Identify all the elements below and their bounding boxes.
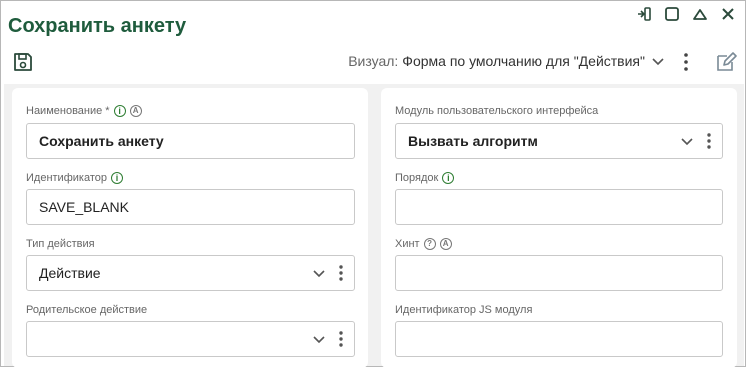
name-input[interactable]: Сохранить анкету bbox=[26, 123, 355, 159]
maximize-icon[interactable] bbox=[663, 5, 681, 23]
auto-icon[interactable]: A bbox=[129, 105, 142, 117]
info-icon[interactable]: i bbox=[442, 172, 455, 184]
parent-action-select[interactable] bbox=[26, 321, 355, 357]
hint-input[interactable] bbox=[395, 255, 723, 291]
action-type-select[interactable]: Действие bbox=[26, 255, 355, 291]
chevron-down-icon[interactable] bbox=[680, 134, 694, 148]
hint-field-label: Хинт ? A bbox=[395, 238, 452, 250]
chevron-down-icon[interactable] bbox=[312, 266, 326, 280]
help-icon[interactable]: ? bbox=[423, 238, 436, 250]
chevron-down-icon[interactable] bbox=[312, 332, 326, 346]
pin-icon[interactable] bbox=[635, 5, 653, 23]
parent-action-label: Родительское действие bbox=[26, 304, 148, 316]
form-panel-left: Наименование * i A Сохранить анкету Иден… bbox=[12, 88, 368, 367]
ui-module-label: Модуль пользовательского интерфейса bbox=[395, 105, 599, 117]
auto-icon[interactable]: A bbox=[439, 238, 452, 250]
close-icon[interactable] bbox=[719, 5, 737, 23]
visual-selector[interactable]: Визуал: Форма по умолчанию для "Действия… bbox=[348, 53, 665, 69]
visual-value: Форма по умолчанию для "Действия" bbox=[402, 53, 645, 69]
info-icon[interactable]: i bbox=[110, 172, 123, 184]
more-options-icon[interactable] bbox=[677, 52, 695, 72]
js-module-id-label: Идентификатор JS модуля bbox=[395, 304, 533, 316]
kebab-icon[interactable] bbox=[338, 330, 344, 348]
identifier-field-label: Идентификатор i bbox=[26, 172, 123, 184]
window-controls bbox=[635, 5, 737, 23]
collapse-icon[interactable] bbox=[691, 5, 709, 23]
visual-label: Визуал: bbox=[348, 53, 399, 69]
chevron-down-icon bbox=[652, 58, 664, 66]
identifier-input[interactable]: SAVE_BLANK bbox=[26, 189, 355, 225]
js-module-id-input[interactable] bbox=[395, 321, 723, 357]
info-icon[interactable]: i bbox=[113, 105, 126, 117]
form-panel-right: Модуль пользовательского интерфейса Вызв… bbox=[381, 88, 737, 367]
ui-module-select[interactable]: Вызвать алгоритм bbox=[395, 123, 723, 159]
order-field-label: Порядок i bbox=[395, 172, 455, 184]
kebab-icon[interactable] bbox=[706, 132, 712, 150]
save-icon[interactable] bbox=[12, 51, 34, 73]
name-field-label: Наименование * i A bbox=[26, 105, 142, 117]
kebab-icon[interactable] bbox=[338, 264, 344, 282]
dialog-title: Сохранить анкету bbox=[8, 15, 187, 37]
action-type-label: Тип действия bbox=[26, 238, 95, 250]
edit-icon[interactable] bbox=[715, 51, 737, 73]
order-input[interactable] bbox=[395, 189, 723, 225]
dialog-window: Сохранить анкету Визуал: Форма по умолча… bbox=[0, 0, 746, 367]
